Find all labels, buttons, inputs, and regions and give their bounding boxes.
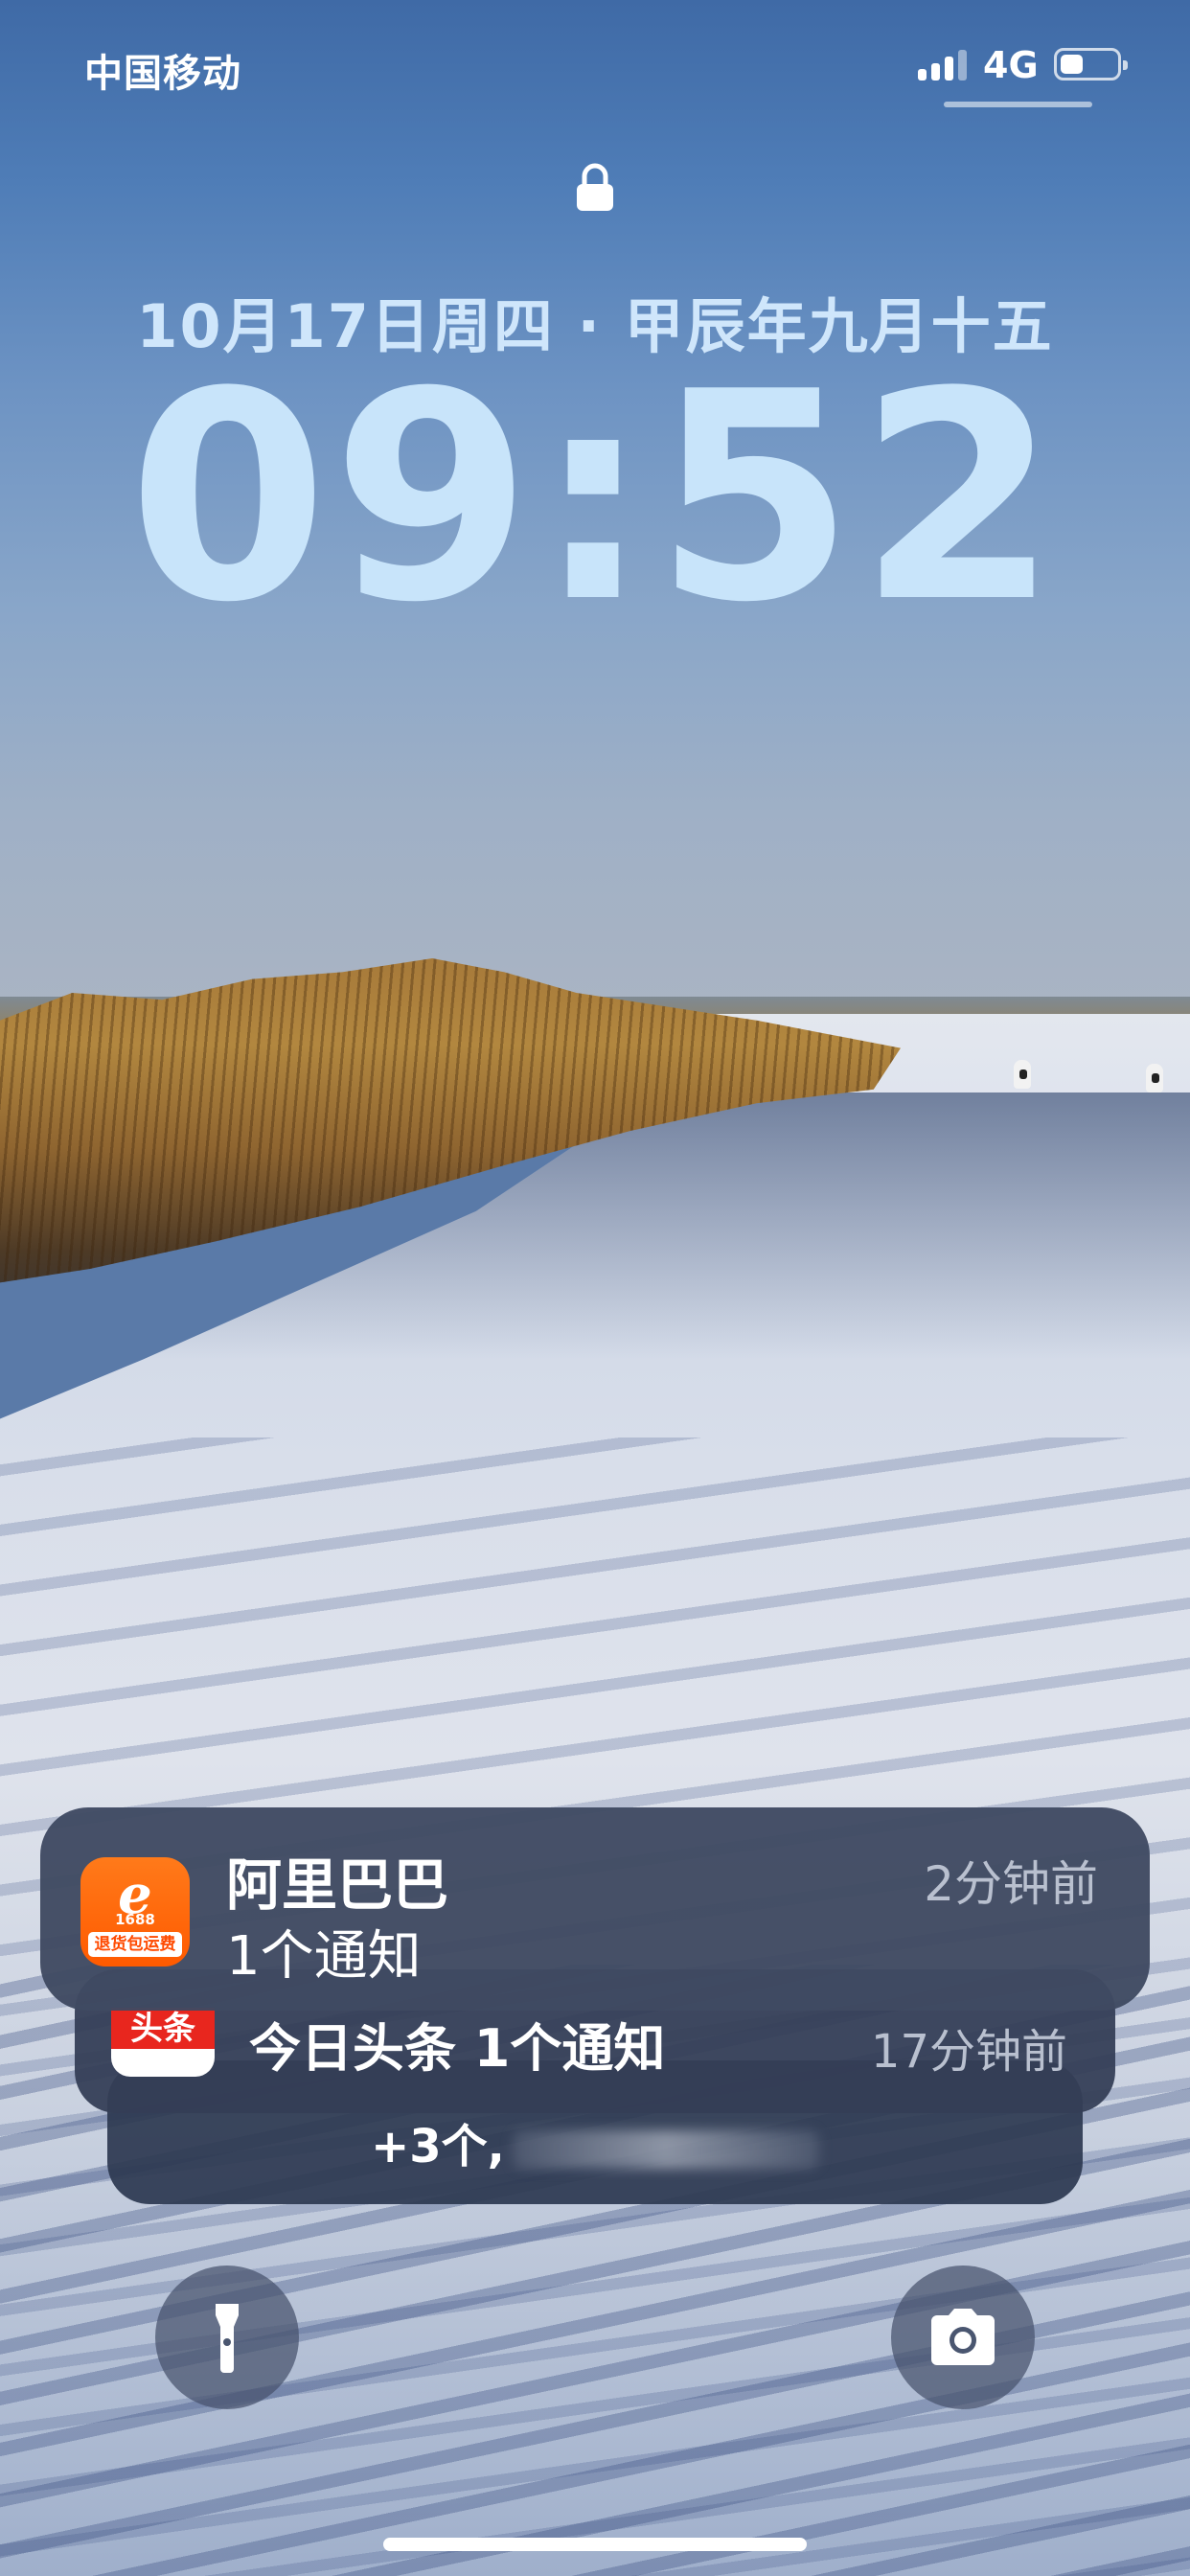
notification-alibaba-body: 1个通知 bbox=[226, 1925, 422, 1988]
notification-alibaba-time: 2分钟前 bbox=[924, 1856, 1098, 1912]
lock-screen-clock: 09:52 bbox=[127, 331, 1063, 665]
more-notifications-label: +3个, bbox=[107, 2108, 1083, 2175]
battery-icon bbox=[1054, 48, 1128, 80]
network-type-label: 4G bbox=[983, 44, 1039, 86]
camera-button[interactable] bbox=[891, 2266, 1035, 2409]
wallpaper-crane bbox=[1146, 1064, 1163, 1092]
signal-bar bbox=[918, 69, 927, 80]
signal-bar bbox=[958, 50, 967, 80]
notification-toutiao-text: 今日头条 1个通知 bbox=[249, 2018, 666, 2079]
toutiao-icon: 头条 bbox=[111, 2008, 215, 2077]
flashlight-icon bbox=[216, 2304, 239, 2373]
battery-nub bbox=[1123, 60, 1128, 70]
signal-bar bbox=[931, 63, 940, 80]
notification-toutiao-time: 17分钟前 bbox=[870, 2025, 1067, 2079]
lock-icon bbox=[575, 163, 615, 213]
status-bar: 中国移动 4G bbox=[0, 0, 1190, 134]
home-indicator[interactable] bbox=[383, 2538, 807, 2551]
toutiao-icon-text: 头条 bbox=[130, 2010, 195, 2048]
alibaba-icon-number: 1688 bbox=[115, 1911, 155, 1928]
control-center-indicator[interactable] bbox=[944, 102, 1092, 107]
alibaba-icon-banner: 退货包运费 bbox=[88, 1932, 182, 1957]
signal-bar bbox=[945, 57, 953, 80]
blurred-preview bbox=[512, 2130, 819, 2169]
camera-icon bbox=[931, 2309, 995, 2365]
more-notifications-count: +3个, bbox=[371, 2120, 505, 2174]
carrier-label: 中国移动 bbox=[84, 52, 241, 96]
alibaba-1688-icon: e 1688 退货包运费 bbox=[80, 1857, 190, 1966]
battery-fill bbox=[1061, 55, 1083, 74]
wallpaper-crane bbox=[1014, 1060, 1031, 1089]
cellular-signal-icon bbox=[918, 48, 970, 80]
notification-alibaba-title: 阿里巴巴 bbox=[226, 1852, 449, 1918]
flashlight-button[interactable] bbox=[155, 2266, 299, 2409]
notification-alibaba[interactable]: e 1688 退货包运费 阿里巴巴 1个通知 2分钟前 bbox=[40, 1807, 1150, 2011]
